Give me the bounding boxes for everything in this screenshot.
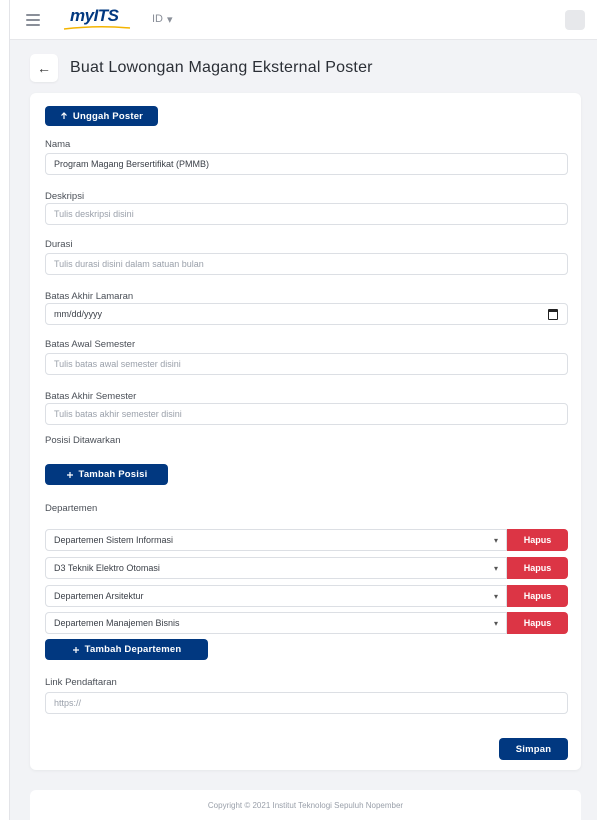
logo-swoosh-icon (63, 25, 131, 30)
footer: Copyright © 2021 Institut Teknologi Sepu… (30, 790, 581, 820)
description-placeholder: Tulis deskripsi disini (54, 209, 134, 219)
topbar: myITS ID ▾ (10, 0, 597, 40)
semester-start-input[interactable]: Tulis batas awal semester disini (45, 353, 568, 375)
deadline-label: Batas Akhir Lamaran (45, 291, 134, 302)
department-row: Departemen Sistem Informasi ▾ Hapus (45, 529, 568, 551)
add-department-button[interactable]: Tambah Departemen (45, 639, 208, 660)
add-department-label: Tambah Departemen (84, 644, 182, 655)
back-button[interactable]: ← (30, 54, 58, 82)
name-label: Nama (45, 139, 71, 150)
copyright-text: Copyright © 2021 Institut Teknologi Sepu… (207, 800, 404, 810)
menu-icon[interactable] (26, 14, 40, 26)
duration-placeholder: Tulis durasi disini dalam satuan bulan (54, 259, 204, 269)
department-row: Departemen Manajemen Bisnis ▾ Hapus (45, 612, 568, 634)
remove-department-button[interactable]: Hapus (507, 557, 568, 579)
add-position-button[interactable]: Tambah Posisi (45, 464, 168, 485)
department-select[interactable]: Departemen Arsitektur ▾ (45, 585, 507, 607)
chevron-down-icon: ▾ (493, 564, 498, 573)
myits-logo[interactable]: myITS (62, 6, 132, 34)
remove-department-button[interactable]: Hapus (507, 585, 568, 607)
deadline-placeholder: mm/dd/yyyy (54, 309, 103, 319)
plus-icon (72, 646, 79, 653)
department-value: Departemen Arsitektur (54, 591, 144, 601)
add-position-label: Tambah Posisi (78, 469, 148, 480)
language-selector[interactable]: ID ▾ (152, 13, 173, 26)
left-rail (0, 0, 10, 820)
plus-icon (66, 471, 73, 478)
remove-department-button[interactable]: Hapus (507, 529, 568, 551)
chevron-down-icon: ▾ (493, 592, 498, 601)
semester-end-input[interactable]: Tulis batas akhir semester disini (45, 403, 568, 425)
description-label: Deskripsi (45, 191, 85, 202)
page-title: Buat Lowongan Magang Eksternal Poster (70, 59, 373, 76)
upload-poster-button[interactable]: Unggah Poster (45, 106, 158, 126)
name-value: Program Magang Bersertifikat (PMMB) (54, 159, 210, 169)
duration-label: Durasi (45, 239, 73, 250)
chevron-down-icon: ▾ (493, 536, 498, 545)
page-header: ← Buat Lowongan Magang Eksternal Poster (30, 54, 373, 82)
description-input[interactable]: Tulis deskripsi disini (45, 203, 568, 225)
positions-label: Posisi Ditawarkan (45, 435, 121, 446)
save-button[interactable]: Simpan (499, 738, 568, 760)
logo-text: myITS (70, 6, 119, 25)
semester-start-label: Batas Awal Semester (45, 339, 136, 350)
department-row: Departemen Arsitektur ▾ Hapus (45, 585, 568, 607)
save-label: Simpan (515, 743, 552, 755)
deadline-date-input[interactable]: mm/dd/yyyy (45, 303, 568, 325)
department-select[interactable]: D3 Teknik Elektro Otomasi ▾ (45, 557, 507, 579)
department-select[interactable]: Departemen Manajemen Bisnis ▾ (45, 612, 507, 634)
department-value: Departemen Manajemen Bisnis (54, 618, 180, 628)
registration-link-input[interactable]: https:// (45, 692, 568, 714)
name-input[interactable]: Program Magang Bersertifikat (PMMB) (45, 153, 568, 175)
department-value: D3 Teknik Elektro Otomasi (54, 563, 160, 573)
department-row: D3 Teknik Elektro Otomasi ▾ Hapus (45, 557, 568, 579)
arrow-up-icon (60, 112, 67, 119)
semester-end-placeholder: Tulis batas akhir semester disini (54, 409, 182, 419)
language-label: ID (152, 13, 163, 25)
department-value: Departemen Sistem Informasi (54, 535, 174, 545)
form-card: Unggah Poster Nama Program Magang Berser… (30, 93, 581, 770)
semester-end-label: Batas Akhir Semester (45, 391, 137, 402)
registration-link-label: Link Pendaftaran (45, 677, 117, 688)
duration-input[interactable]: Tulis durasi disini dalam satuan bulan (45, 253, 568, 275)
chevron-down-icon: ▾ (167, 14, 173, 26)
remove-department-button[interactable]: Hapus (507, 612, 568, 634)
registration-link-placeholder: https:// (54, 698, 82, 708)
department-select[interactable]: Departemen Sistem Informasi ▾ (45, 529, 507, 551)
chevron-down-icon: ▾ (493, 619, 498, 628)
calendar-icon[interactable] (548, 309, 558, 320)
upload-poster-label: Unggah Poster (72, 110, 144, 122)
departments-label: Departemen (45, 503, 98, 514)
semester-start-placeholder: Tulis batas awal semester disini (54, 359, 181, 369)
avatar[interactable] (565, 10, 585, 30)
arrow-left-icon: ← (37, 60, 51, 76)
